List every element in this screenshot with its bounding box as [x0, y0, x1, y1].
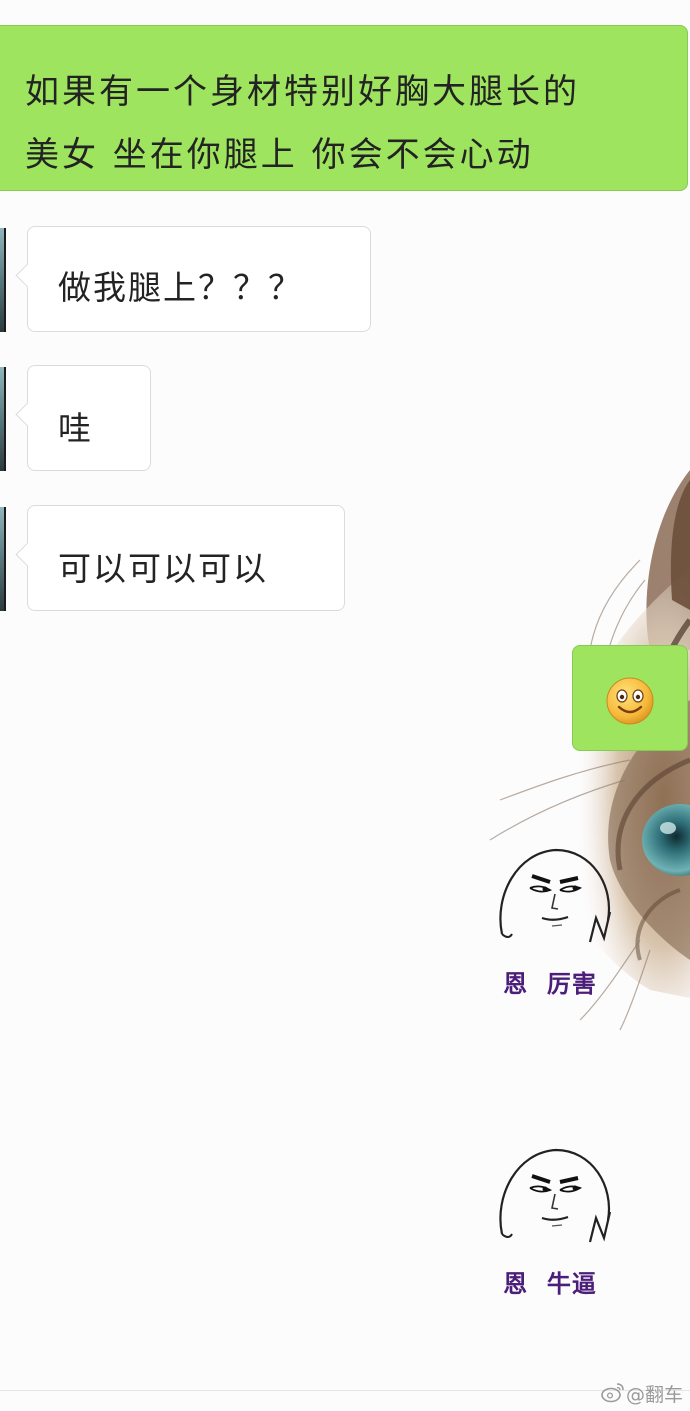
contact-avatar[interactable]: [0, 507, 6, 611]
watermark-text: @翻车: [626, 1384, 684, 1406]
contact-avatar[interactable]: [0, 367, 6, 471]
smile-emoji-icon: [606, 677, 654, 725]
sticker-caption: 恩 厉害: [503, 970, 597, 998]
divider: [0, 1390, 690, 1391]
meme-sticker[interactable]: 恩 厉害: [480, 846, 620, 1006]
contact-avatar[interactable]: [0, 228, 6, 332]
message-text: 可以可以可以: [58, 549, 268, 588]
message-text-line: 美女 坐在你腿上 你会不会心动: [25, 135, 534, 175]
message-text: 哇: [58, 409, 93, 448]
meme-face-icon: [499, 1148, 612, 1243]
sent-emoji-bubble[interactable]: [572, 645, 688, 751]
sent-message-bubble[interactable]: 如果有一个身材特别好胸大腿长的 美女 坐在你腿上 你会不会心动: [0, 25, 688, 191]
weibo-icon: [601, 1383, 624, 1403]
chat-screen: 如果有一个身材特别好胸大腿长的 美女 坐在你腿上 你会不会心动 做我腿上？？？ …: [0, 0, 690, 1411]
received-message-bubble[interactable]: 哇: [27, 365, 151, 471]
meme-face-icon: [499, 848, 612, 943]
weibo-watermark: @翻车: [600, 1378, 690, 1408]
message-text: 做我腿上？？？: [58, 268, 303, 307]
sticker-caption: 恩 牛逼: [503, 1270, 597, 1298]
received-message-bubble[interactable]: 做我腿上？？？: [27, 226, 371, 332]
received-message-bubble[interactable]: 可以可以可以: [27, 505, 345, 611]
meme-sticker[interactable]: 恩 牛逼: [480, 1146, 620, 1306]
message-text-line: 如果有一个身材特别好胸大腿长的: [25, 72, 580, 112]
